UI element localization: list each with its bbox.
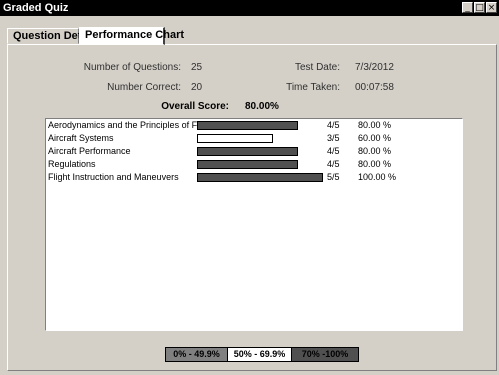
test-date-value: 7/3/2012 <box>355 62 394 73</box>
category-name: Flight Instruction and Maneuvers <box>48 172 179 182</box>
category-percent: 60.00 % <box>358 133 392 143</box>
category-percent: 100.00 % <box>358 172 397 182</box>
category-row: Regulations 4/5 80.00 % <box>46 159 462 172</box>
category-fraction: 4/5 <box>327 146 340 156</box>
category-name: Aircraft Systems <box>48 133 114 143</box>
tab-performance-chart[interactable]: Performance Chart <box>79 27 184 45</box>
overall-score-value: 80.00% <box>245 101 279 112</box>
legend-mid: 50% - 69.9% <box>228 348 292 361</box>
category-percent: 80.00 % <box>358 146 392 156</box>
time-taken-label: Time Taken: <box>286 82 340 93</box>
category-row: Aircraft Systems 3/5 60.00 % <box>46 133 462 146</box>
minimize-button[interactable]: _ <box>462 2 473 13</box>
time-taken-value: 00:07:58 <box>355 82 394 93</box>
tab-question-detail[interactable]: Question Detail <box>7 28 94 44</box>
score-bar <box>197 121 298 130</box>
category-fraction: 5/5 <box>327 172 340 182</box>
category-row: Aerodynamics and the Principles of Fligh… <box>46 120 462 133</box>
category-score-list[interactable]: Aerodynamics and the Principles of Fligh… <box>45 118 463 331</box>
overall-score-label: Overall Score: <box>161 101 229 112</box>
title-bar: Graded Quiz _ □ × <box>0 0 499 16</box>
category-name: Regulations <box>48 159 96 169</box>
category-name: Aerodynamics and the Principles of Fligh… <box>48 120 214 130</box>
category-row: Aircraft Performance 4/5 80.00 % <box>46 146 462 159</box>
num-correct-label: Number Correct: <box>107 82 181 93</box>
category-fraction: 3/5 <box>327 133 340 143</box>
test-date-label: Test Date: <box>294 62 340 73</box>
score-bar <box>197 160 298 169</box>
legend-high: 70% -100% <box>292 348 358 361</box>
category-fraction: 4/5 <box>327 159 340 169</box>
num-questions-value: 25 <box>191 62 203 73</box>
close-button[interactable]: × <box>486 2 497 13</box>
score-bar <box>197 173 323 182</box>
window-title: Graded Quiz <box>3 2 69 14</box>
maximize-button[interactable]: □ <box>474 2 485 13</box>
category-name: Aircraft Performance <box>48 146 131 156</box>
category-percent: 80.00 % <box>358 120 392 130</box>
score-legend: 0% - 49.9% 50% - 69.9% 70% -100% <box>165 347 359 362</box>
category-percent: 80.00 % <box>358 159 392 169</box>
category-fraction: 4/5 <box>327 120 340 130</box>
num-questions-label: Number of Questions: <box>83 62 181 73</box>
num-correct-value: 20 <box>191 82 203 93</box>
category-row: Flight Instruction and Maneuvers 5/5 100… <box>46 172 462 185</box>
score-bar <box>197 147 298 156</box>
legend-low: 0% - 49.9% <box>166 348 228 361</box>
score-bar <box>197 134 273 143</box>
